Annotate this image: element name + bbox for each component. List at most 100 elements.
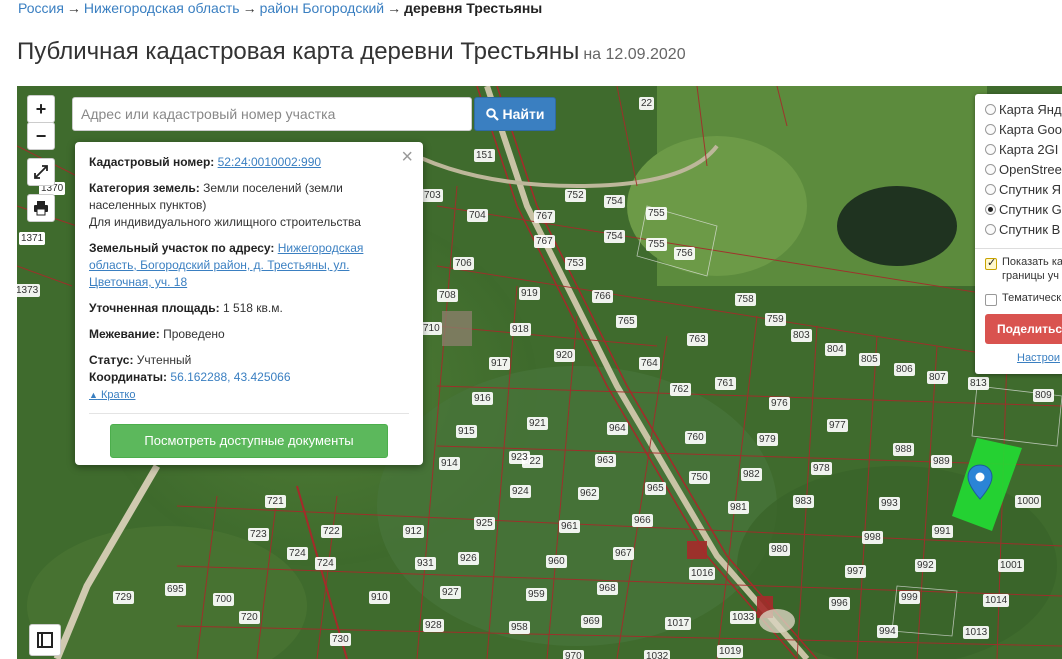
parcel-number-label[interactable]: 763 xyxy=(687,333,708,346)
parcel-number-label[interactable]: 1019 xyxy=(717,645,744,658)
parcel-number-label[interactable]: 914 xyxy=(439,457,460,470)
parcel-number-label[interactable]: 766 xyxy=(592,290,613,303)
parcel-number-label[interactable]: 809 xyxy=(1033,389,1054,402)
search-input[interactable]: Адрес или кадастровый номер участка xyxy=(72,97,472,131)
parcel-number-label[interactable]: 710 xyxy=(421,322,442,335)
layer-radio[interactable] xyxy=(985,204,996,215)
parcel-number-label[interactable]: 1000 xyxy=(1015,495,1042,508)
parcel-number-label[interactable]: 704 xyxy=(467,209,488,222)
parcel-number-label[interactable]: 927 xyxy=(440,586,461,599)
parcel-number-label[interactable]: 910 xyxy=(369,591,390,604)
parcel-number-label[interactable]: 915 xyxy=(456,425,477,438)
parcel-number-label[interactable]: 997 xyxy=(845,565,866,578)
layer-radio[interactable] xyxy=(985,104,996,115)
parcel-number-label[interactable]: 983 xyxy=(793,495,814,508)
parcel-number-label[interactable]: 962 xyxy=(578,487,599,500)
parcel-number-label[interactable]: 755 xyxy=(646,238,667,251)
parcel-number-label[interactable]: 993 xyxy=(879,497,900,510)
parcel-number-label[interactable]: 925 xyxy=(474,517,495,530)
parcel-number-label[interactable]: 1373 xyxy=(17,284,41,297)
layer-option[interactable]: Спутник G xyxy=(985,200,1062,220)
map-pin-icon[interactable] xyxy=(967,464,993,500)
parcel-number-label[interactable]: 989 xyxy=(931,455,952,468)
parcel-number-label[interactable]: 807 xyxy=(927,371,948,384)
parcel-number-label[interactable]: 924 xyxy=(510,485,531,498)
search-button[interactable]: Найти xyxy=(474,97,556,131)
layer-option[interactable]: Карта 2GI xyxy=(985,140,1062,160)
layer-radio[interactable] xyxy=(985,224,996,235)
parcel-number-label[interactable]: 976 xyxy=(769,397,790,410)
parcel-number-label[interactable]: 968 xyxy=(597,582,618,595)
parcel-number-label[interactable]: 994 xyxy=(877,625,898,638)
parcel-number-label[interactable]: 721 xyxy=(265,495,286,508)
parcel-number-label[interactable]: 961 xyxy=(559,520,580,533)
layer-option[interactable]: Карта Goo xyxy=(985,120,1062,140)
parcel-number-label[interactable]: 1013 xyxy=(963,626,990,639)
parcel-number-label[interactable]: 980 xyxy=(769,543,790,556)
layer-option[interactable]: OpenStree xyxy=(985,160,1062,180)
parcel-number-label[interactable]: 803 xyxy=(791,329,812,342)
parcel-number-label[interactable]: 916 xyxy=(472,392,493,405)
parcel-number-label[interactable]: 724 xyxy=(315,557,336,570)
share-button[interactable]: Поделитьс xyxy=(985,314,1062,344)
parcel-number-label[interactable]: 813 xyxy=(968,377,989,390)
legend-button[interactable] xyxy=(29,624,61,656)
parcel-number-label[interactable]: 977 xyxy=(827,419,848,432)
parcel-number-label[interactable]: 754 xyxy=(604,230,625,243)
fullscreen-button[interactable] xyxy=(27,158,55,186)
collapse-link[interactable]: ▲ Кратко xyxy=(89,389,409,401)
settings-link[interactable]: Настрои xyxy=(1017,352,1062,364)
parcel-number-label[interactable]: 700 xyxy=(213,593,234,606)
parcel-number-label[interactable]: 754 xyxy=(604,195,625,208)
parcel-number-label[interactable]: 991 xyxy=(932,525,953,538)
parcel-number-label[interactable]: 765 xyxy=(616,315,637,328)
parcel-number-label[interactable]: 806 xyxy=(894,363,915,376)
parcel-number-label[interactable]: 966 xyxy=(632,514,653,527)
parcel-number-label[interactable]: 1001 xyxy=(998,559,1025,572)
parcel-number-label[interactable]: 703 xyxy=(422,189,443,202)
coordinates-value[interactable]: 56.162288, 43.425066 xyxy=(170,370,290,384)
parcel-number-label[interactable]: 1016 xyxy=(689,567,716,580)
parcel-number-label[interactable]: 750 xyxy=(689,471,710,484)
parcel-number-label[interactable]: 708 xyxy=(437,289,458,302)
layer-radio[interactable] xyxy=(985,164,996,175)
parcel-number-label[interactable]: 730 xyxy=(330,633,351,646)
parcel-number-label[interactable]: 964 xyxy=(607,422,628,435)
parcel-number-label[interactable]: 695 xyxy=(165,583,186,596)
parcel-number-label[interactable]: 982 xyxy=(741,468,762,481)
breadcrumb-link-district[interactable]: район Богородский xyxy=(260,0,385,16)
breadcrumb-link-country[interactable]: Россия xyxy=(18,0,64,16)
parcel-number-label[interactable]: 926 xyxy=(458,552,479,565)
parcel-number-label[interactable]: 729 xyxy=(113,591,134,604)
parcel-number-label[interactable]: 1014 xyxy=(983,594,1010,607)
parcel-number-label[interactable]: 767 xyxy=(534,235,555,248)
parcel-number-label[interactable]: 1017 xyxy=(665,617,692,630)
parcel-number-label[interactable]: 920 xyxy=(554,349,575,362)
parcel-number-label[interactable]: 978 xyxy=(811,462,832,475)
parcel-number-label[interactable]: 762 xyxy=(670,383,691,396)
thematic-option[interactable]: Тематическ xyxy=(985,291,1062,306)
parcel-number-label[interactable]: 760 xyxy=(685,431,706,444)
print-button[interactable] xyxy=(27,194,55,222)
parcel-number-label[interactable]: 969 xyxy=(581,615,602,628)
parcel-number-label[interactable]: 967 xyxy=(613,547,634,560)
parcel-number-label[interactable]: 919 xyxy=(519,287,540,300)
parcel-number-label[interactable]: 998 xyxy=(862,531,883,544)
parcel-number-label[interactable]: 706 xyxy=(453,257,474,270)
breadcrumb-link-region[interactable]: Нижегородская область xyxy=(84,0,240,16)
parcel-number-label[interactable]: 720 xyxy=(239,611,260,624)
parcel-number-label[interactable]: 22 xyxy=(639,97,655,110)
parcel-number-label[interactable]: 965 xyxy=(645,482,666,495)
cadastral-number-link[interactable]: 52:24:0010002:990 xyxy=(218,155,321,169)
layer-radio[interactable] xyxy=(985,124,996,135)
show-borders-option[interactable]: Показать ка границы уч xyxy=(985,255,1062,283)
parcel-number-label[interactable]: 999 xyxy=(899,591,920,604)
parcel-number-label[interactable]: 981 xyxy=(728,501,749,514)
parcel-number-label[interactable]: 931 xyxy=(415,557,436,570)
parcel-number-label[interactable]: 912 xyxy=(403,525,424,538)
parcel-number-label[interactable]: 151 xyxy=(474,149,495,162)
parcel-number-label[interactable]: 996 xyxy=(829,597,850,610)
parcel-number-label[interactable]: 761 xyxy=(715,377,736,390)
parcel-number-label[interactable]: 960 xyxy=(546,555,567,568)
parcel-number-label[interactable]: 958 xyxy=(509,621,530,634)
